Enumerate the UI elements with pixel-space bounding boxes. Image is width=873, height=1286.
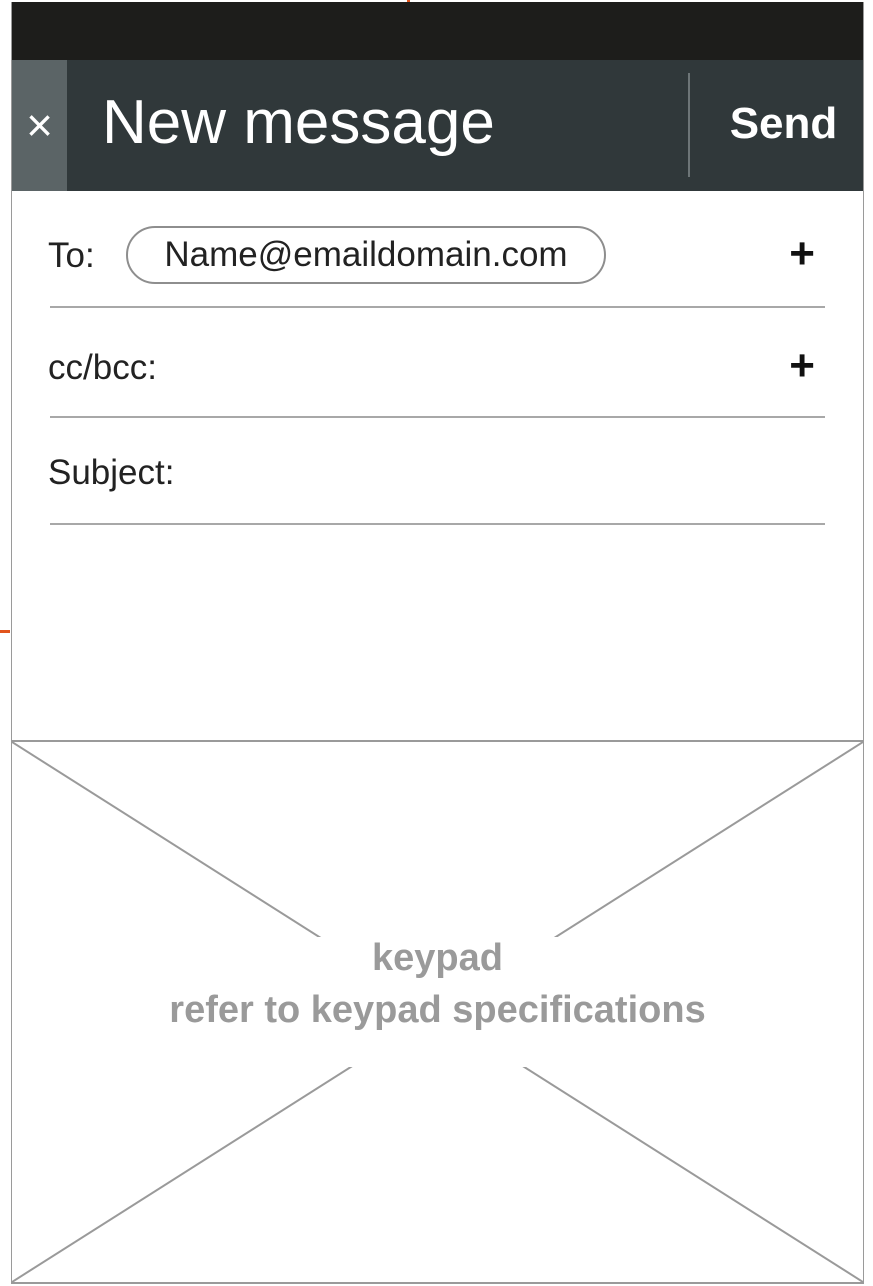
cc-bcc-label: cc/bcc: bbox=[48, 348, 157, 387]
app-bar-divider bbox=[688, 73, 690, 177]
plus-icon[interactable]: + bbox=[789, 232, 815, 276]
to-label: To: bbox=[48, 236, 95, 275]
page-title: New message bbox=[102, 88, 495, 157]
to-field[interactable]: To: Name@emaildomain.com + bbox=[48, 202, 825, 308]
subject-field[interactable]: Subject: bbox=[48, 418, 825, 525]
recipient-chip[interactable]: Name@emaildomain.com bbox=[126, 226, 606, 284]
app-bar: × New message Send bbox=[12, 60, 863, 191]
subject-label: Subject: bbox=[48, 453, 175, 492]
message-body[interactable] bbox=[12, 527, 863, 739]
send-button[interactable]: Send bbox=[702, 60, 865, 191]
annotation-marker-left bbox=[0, 630, 10, 633]
close-button[interactable]: × bbox=[12, 60, 67, 191]
keypad-label: keypad refer to keypad specifications bbox=[12, 932, 863, 1072]
phone-screen: × New message Send To: Name@emaildomain.… bbox=[11, 2, 864, 1284]
keypad-placeholder: keypad refer to keypad specifications bbox=[12, 740, 863, 1284]
close-icon: × bbox=[26, 99, 53, 151]
keypad-title: keypad bbox=[372, 937, 503, 979]
keypad-subtitle: refer to keypad specifications bbox=[169, 989, 706, 1031]
plus-icon[interactable]: + bbox=[789, 344, 815, 388]
cc-bcc-field[interactable]: cc/bcc: + bbox=[48, 308, 825, 418]
status-bar bbox=[12, 2, 863, 60]
